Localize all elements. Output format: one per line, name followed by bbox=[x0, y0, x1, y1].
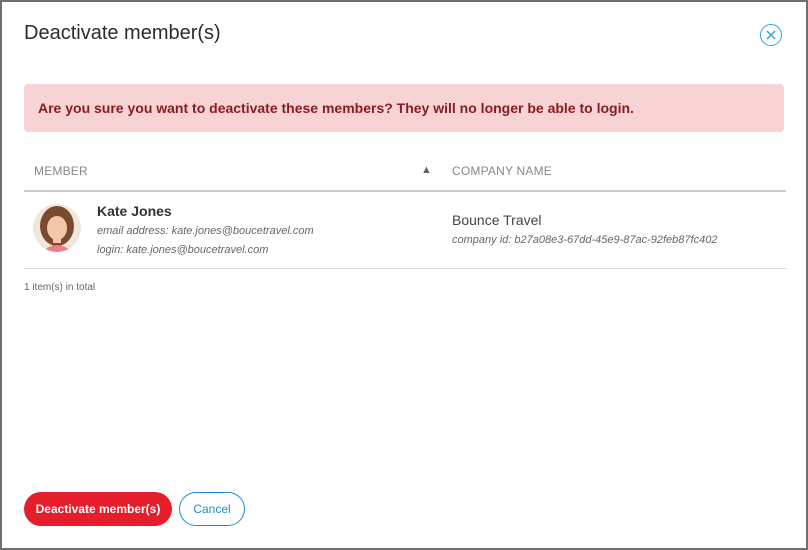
close-button[interactable] bbox=[760, 24, 782, 46]
deactivate-members-dialog: Deactivate member(s) Are you sure you wa… bbox=[0, 0, 808, 550]
company-id: company id: b27a08e3-67dd-45e9-87ac-92fe… bbox=[452, 234, 718, 246]
table-header-divider bbox=[24, 190, 786, 192]
close-icon bbox=[766, 30, 776, 40]
company-name: Bounce Travel bbox=[452, 212, 542, 228]
deactivate-members-button[interactable]: Deactivate member(s) bbox=[24, 492, 172, 526]
member-login: login: kate.jones@boucetravel.com bbox=[97, 244, 269, 256]
avatar bbox=[33, 204, 81, 252]
alert-message: Are you sure you want to deactivate thes… bbox=[38, 100, 634, 116]
column-header-company-name[interactable]: COMPANY NAME bbox=[452, 164, 552, 178]
sort-asc-icon[interactable]: ▲ bbox=[421, 164, 432, 176]
dialog-title: Deactivate member(s) bbox=[24, 22, 221, 44]
member-email: email address: kate.jones@boucetravel.co… bbox=[97, 225, 314, 237]
cancel-button[interactable]: Cancel bbox=[179, 492, 245, 526]
warning-alert: Are you sure you want to deactivate thes… bbox=[24, 84, 784, 132]
column-header-member[interactable]: MEMBER bbox=[34, 164, 88, 178]
table-row-divider bbox=[24, 268, 786, 269]
member-name: Kate Jones bbox=[97, 203, 172, 219]
items-total: 1 item(s) in total bbox=[24, 282, 96, 293]
